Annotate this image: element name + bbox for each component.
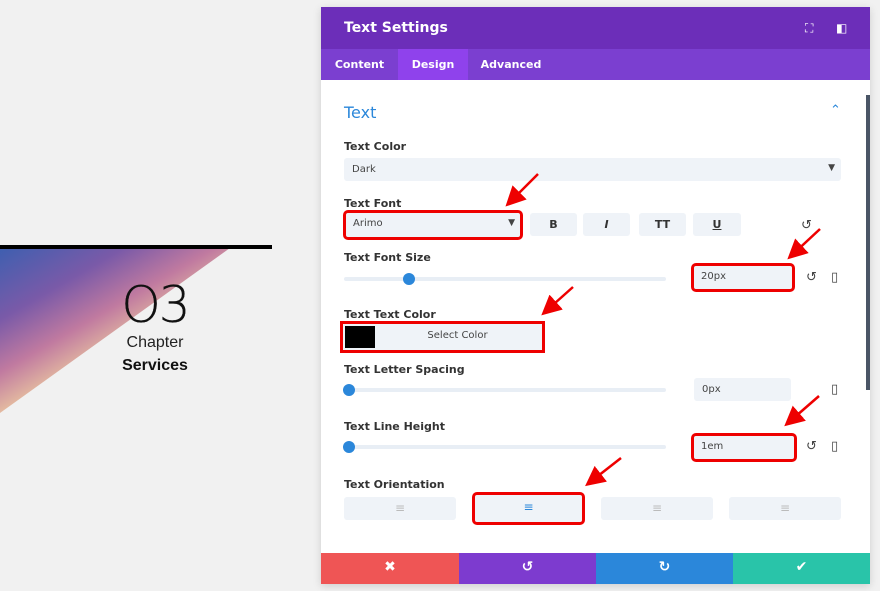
annotation-arrows	[505, 173, 821, 487]
arrow-annotation	[585, 457, 622, 487]
arrow-annotation	[787, 228, 821, 260]
arrow-annotation	[505, 173, 539, 207]
arrow-annotation	[784, 395, 820, 427]
arrow-annotation	[541, 286, 574, 316]
